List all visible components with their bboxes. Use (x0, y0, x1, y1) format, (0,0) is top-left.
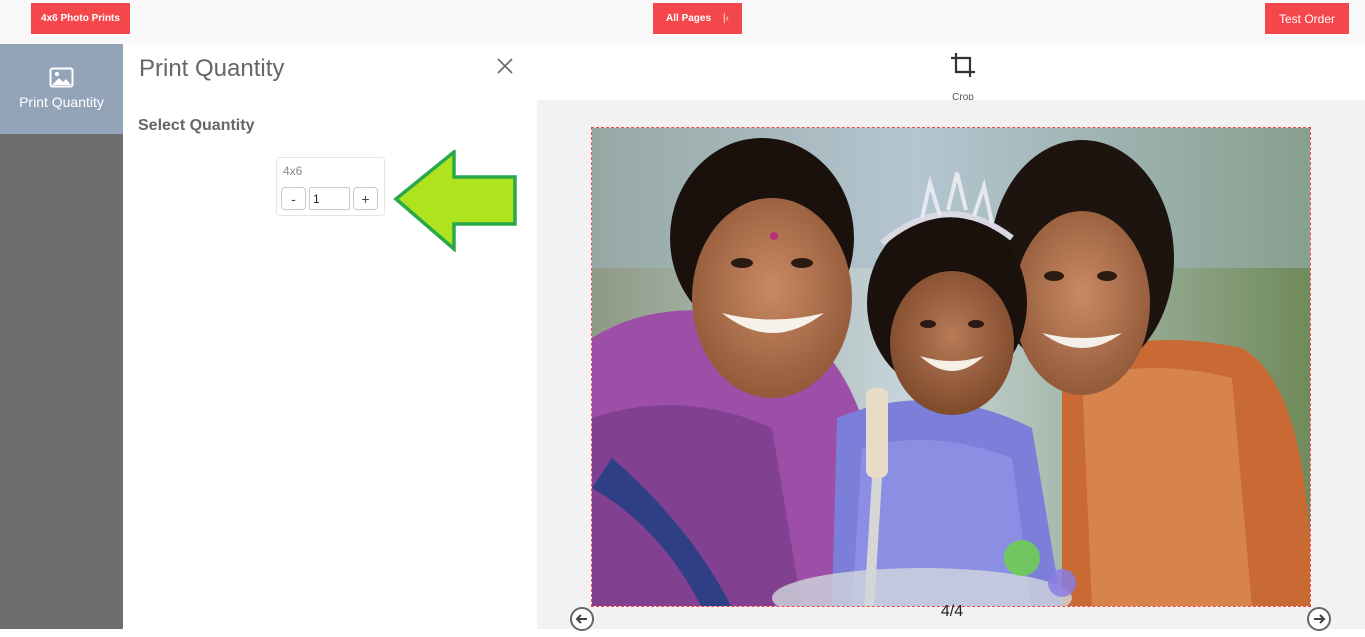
top-bar: 4x6 Photo Prints All Pages |‹ Test Order (0, 0, 1365, 44)
close-icon (497, 58, 513, 74)
next-page-button[interactable] (1306, 606, 1332, 632)
test-order-label: Test Order (1278, 11, 1335, 26)
arrow-right-circle-icon (1307, 607, 1331, 631)
collapse-icon: |‹ (723, 13, 729, 24)
increment-button[interactable]: + (353, 187, 378, 210)
arrow-left-icon (393, 150, 517, 252)
crop-icon (951, 53, 975, 77)
section-title: Select Quantity (138, 117, 255, 134)
image-icon (49, 67, 74, 88)
editor-canvas: 4/4 (537, 100, 1365, 632)
print-size-label: 4x6 (283, 164, 303, 178)
decrement-button[interactable]: - (281, 187, 306, 210)
all-pages-label: All Pages (666, 13, 712, 24)
test-order-button[interactable]: Test Order (1265, 3, 1349, 34)
panel-title: Print Quantity (139, 55, 285, 82)
previous-page-button[interactable] (569, 606, 595, 632)
close-button[interactable] (495, 56, 515, 76)
quantity-card: 4x6 - + (276, 157, 385, 216)
product-button[interactable]: 4x6 Photo Prints (31, 3, 130, 34)
quantity-input[interactable] (309, 187, 350, 210)
sidebar-item-label: Print Quantity (19, 94, 104, 110)
photo-frame[interactable] (591, 127, 1311, 607)
arrow-left-circle-icon (570, 607, 594, 631)
crop-tool-button[interactable]: Crop (938, 50, 988, 103)
all-pages-button[interactable]: All Pages |‹ (653, 3, 742, 34)
editor-toolbar: Crop (537, 44, 1365, 103)
page-counter: 4/4 (940, 603, 964, 620)
product-button-label: 4x6 Photo Prints (41, 13, 120, 24)
print-quantity-panel: Print Quantity Select Quantity 4x6 - + (123, 44, 537, 629)
sidebar: Print Quantity (0, 44, 123, 629)
family-photo (592, 128, 1310, 606)
sidebar-item-print-quantity[interactable]: Print Quantity (0, 44, 123, 134)
